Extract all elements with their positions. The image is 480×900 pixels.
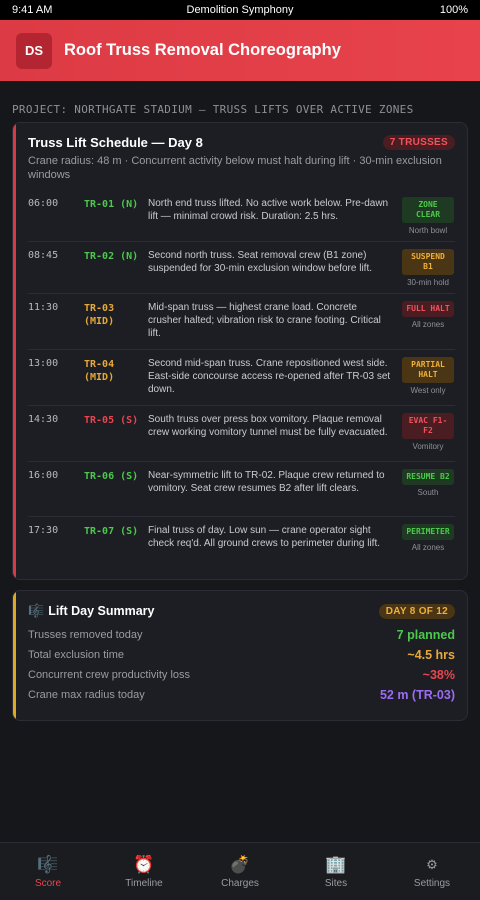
- schedule-title: Truss Lift Schedule — Day 8: [28, 135, 203, 150]
- summary-row: Concurrent crew productivity loss ~38%: [28, 665, 455, 685]
- truss-code: TR-02 (N): [84, 251, 139, 262]
- tab-label: Timeline: [125, 877, 163, 889]
- zone-status-badge: RESUME B2: [402, 469, 454, 485]
- alarm-clock-icon: ⏰: [133, 854, 155, 874]
- summary-value: 52 m (TR-03): [379, 688, 455, 702]
- summary-label: Total exclusion time: [28, 649, 124, 661]
- lift-time: 13:00: [28, 358, 59, 369]
- truss-code: TR-04 (MID): [84, 359, 115, 383]
- zone-status-badge: SUSPEND B1: [402, 249, 454, 275]
- lift-description: Final truss of day. Low sun — crane oper…: [148, 525, 381, 549]
- zone-location: 30-min hold: [407, 278, 449, 287]
- lift-row[interactable]: 08:45 TR-02 (N) Second north truss. Seat r…: [28, 242, 455, 294]
- tab-label: Score: [34, 877, 62, 889]
- lift-row[interactable]: 11:30 TR-03 (MID) Mid-span truss — highest…: [28, 294, 455, 350]
- zone-location: Vomitory: [412, 442, 444, 451]
- truss-code: TR-06 (S): [84, 471, 139, 482]
- zone-location: South: [417, 488, 439, 497]
- tab-sites[interactable]: 🏢 Sites: [288, 843, 384, 900]
- zone-status-badge: PERIMETER: [402, 524, 454, 540]
- summary-row: Trusses removed today 7 planned: [28, 625, 455, 645]
- lift-status: RESUME B2 South: [401, 469, 455, 497]
- tab-charges[interactable]: 💣 Charges: [192, 843, 288, 900]
- truss-code: TR-07 (S): [84, 526, 139, 537]
- app-header: DS Roof Truss Removal Choreography: [0, 20, 480, 81]
- tab-label: Settings: [413, 877, 451, 889]
- lift-row[interactable]: 16:00 TR-06 (S) Near-symmetric lift to TR-…: [28, 462, 455, 517]
- zone-location: All zones: [411, 320, 445, 329]
- summary-value: ~4.5 hrs: [407, 648, 455, 662]
- lift-summary-card: 🎼 Lift Day Summary DAY 8 OF 12 Trusses r…: [12, 590, 468, 721]
- lift-description: South truss over press box vomitory. Pla…: [148, 414, 388, 438]
- status-carrier: Demolition Symphony: [186, 4, 294, 16]
- summary-title: Lift Day Summary: [48, 604, 155, 618]
- lift-row[interactable]: 14:30 TR-05 (S) South truss over press box…: [28, 406, 455, 462]
- status-time: 9:41 AM: [12, 4, 53, 16]
- summary-value: ~38%: [422, 668, 455, 682]
- lift-time: 16:00: [28, 470, 59, 481]
- status-bar: 9:41 AM Demolition Symphony 100%: [0, 0, 480, 20]
- summary-label: Crane max radius today: [28, 689, 145, 701]
- tab-score[interactable]: 🎼 Score: [0, 843, 96, 900]
- bomb-icon: 💣: [229, 854, 251, 874]
- lift-list: 06:00 TR-01 (N) North end truss lifted. No…: [28, 190, 455, 572]
- zone-status-badge: EVAC F1-F2: [402, 413, 454, 439]
- schedule-subtitle: Crane radius: 48 m · Concurrent activity…: [28, 155, 442, 181]
- lift-time: 06:00: [28, 198, 59, 209]
- lift-row[interactable]: 06:00 TR-01 (N) North end truss lifted. No…: [28, 190, 455, 242]
- app-logo: DS: [16, 32, 52, 69]
- summary-row: Crane max radius today 52 m (TR-03): [28, 685, 455, 705]
- building-icon: 🏢: [325, 854, 347, 874]
- lift-time: 17:30: [28, 525, 59, 536]
- lift-status: ZONE CLEAR North bowl: [401, 197, 455, 235]
- tab-timeline[interactable]: ⏰ Timeline: [96, 843, 192, 900]
- truss-count-badge: 7 TRUSSES: [382, 135, 455, 150]
- lift-time: 14:30: [28, 414, 59, 425]
- lift-description: Mid-span truss — highest crane load. Con…: [148, 302, 381, 339]
- lift-description: Second mid-span truss. Crane repositione…: [148, 358, 391, 395]
- lift-description: Second north truss. Seat removal crew (B…: [148, 250, 373, 274]
- zone-location: West only: [410, 386, 446, 395]
- lift-status: PERIMETER All zones: [401, 524, 455, 552]
- zone-status-badge: PARTIAL HALT: [402, 357, 454, 383]
- bottom-tab-bar: 🎼 Score ⏰ Timeline 💣 Charges 🏢 Sites ⚙ Settings: [0, 842, 480, 900]
- status-battery: 100%: [439, 4, 468, 16]
- zone-status-badge: ZONE CLEAR: [402, 197, 454, 223]
- summary-value: 7 planned: [396, 628, 455, 642]
- truss-code: TR-05 (S): [84, 415, 139, 426]
- lift-status: EVAC F1-F2 Vomitory: [401, 413, 455, 451]
- lift-row[interactable]: 13:00 TR-04 (MID) Second mid-span truss. C…: [28, 350, 455, 406]
- zone-location: All zones: [411, 543, 445, 552]
- music-score-icon: 🎼: [37, 854, 59, 874]
- lift-time: 11:30: [28, 302, 59, 313]
- zone-status-badge: FULL HALT: [402, 301, 454, 317]
- lift-status: FULL HALT All zones: [401, 301, 455, 329]
- lift-schedule-card: Truss Lift Schedule — Day 8 7 TRUSSES Cr…: [12, 122, 468, 580]
- lift-description: North end truss lifted. No active work b…: [148, 198, 389, 222]
- lift-status: PARTIAL HALT West only: [401, 357, 455, 395]
- summary-list: Trusses removed today 7 planned Total excl…: [28, 625, 455, 705]
- tab-label: Charges: [221, 877, 259, 889]
- zone-location: North bowl: [408, 226, 448, 235]
- project-label: PROJECT: NORTHGATE STADIUM — TRUSS LIFTS…: [12, 103, 414, 116]
- gear-icon: ⚙: [426, 856, 438, 872]
- lift-status: SUSPEND B1 30-min hold: [401, 249, 455, 287]
- lift-description: Near-symmetric lift to TR-02. Plaque cre…: [148, 470, 385, 494]
- tab-label: Sites: [324, 877, 348, 889]
- summary-label: Concurrent crew productivity loss: [28, 669, 191, 681]
- tab-settings[interactable]: ⚙ Settings: [384, 843, 480, 900]
- truss-code: TR-01 (N): [84, 199, 139, 210]
- summary-row: Total exclusion time ~4.5 hrs: [28, 645, 455, 665]
- day-progress-badge: DAY 8 OF 12: [378, 603, 455, 619]
- summary-label: Trusses removed today: [28, 629, 143, 641]
- lift-time: 08:45: [28, 250, 59, 261]
- truss-code: TR-03 (MID): [84, 303, 115, 327]
- lift-row[interactable]: 17:30 TR-07 (S) Final truss of day. Low su…: [28, 517, 455, 572]
- music-score-icon: 🎼: [28, 603, 45, 618]
- app-title: Roof Truss Removal Choreography: [64, 41, 341, 59]
